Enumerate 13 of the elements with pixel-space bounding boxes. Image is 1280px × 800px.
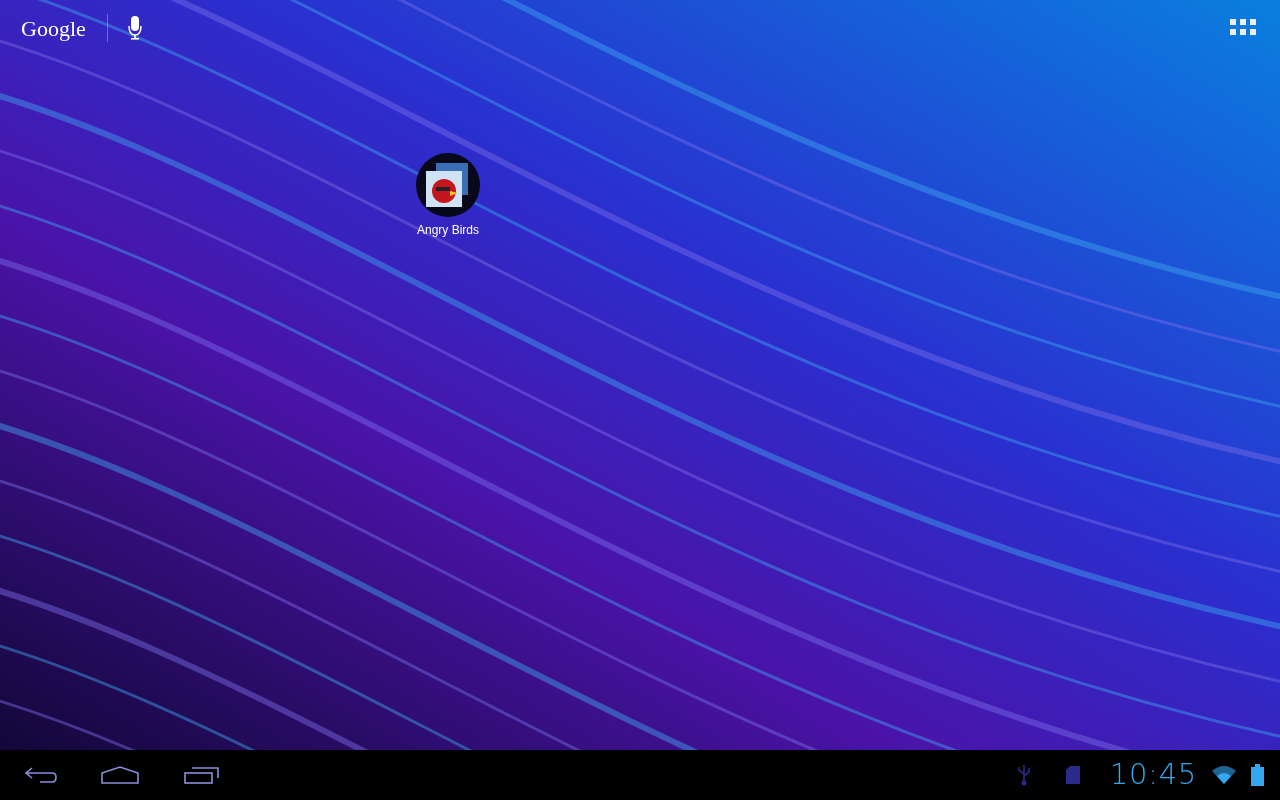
microphone-icon[interactable] <box>127 16 142 40</box>
app-label[interactable]: Angry Birds <box>417 221 479 239</box>
google-logo[interactable]: Google <box>21 11 86 45</box>
wifi-icon <box>1211 765 1237 785</box>
recent-apps-icon[interactable] <box>184 766 220 784</box>
back-icon[interactable] <box>24 766 58 784</box>
usb-icon <box>1016 764 1031 786</box>
home-icon[interactable] <box>101 766 139 784</box>
sd-card-icon <box>1065 766 1080 784</box>
apps-grid-icon[interactable] <box>1230 19 1256 37</box>
app-icon[interactable] <box>416 153 480 217</box>
battery-icon <box>1251 764 1264 786</box>
clock[interactable]: 10:45 <box>1109 753 1197 797</box>
